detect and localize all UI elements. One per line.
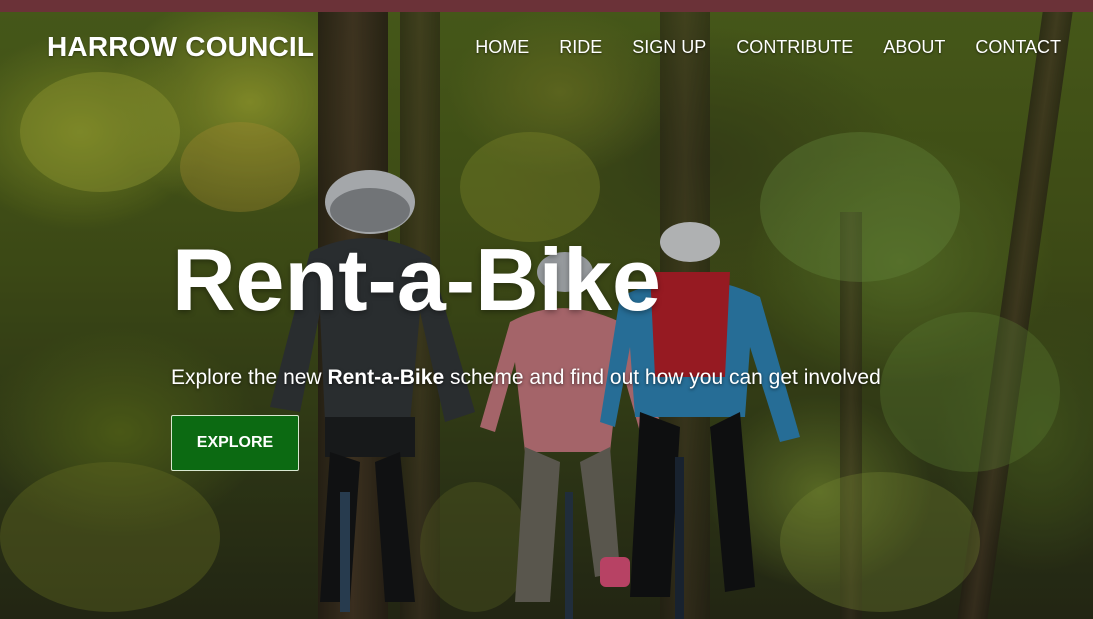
site-logo-text[interactable]: HARROW COUNCIL <box>47 31 314 63</box>
explore-button[interactable]: EXPLORE <box>171 415 299 471</box>
nav-contribute[interactable]: CONTRIBUTE <box>736 37 853 58</box>
hero-title: Rent-a-Bike <box>172 230 661 329</box>
nav-home[interactable]: HOME <box>475 37 529 58</box>
hero-tagline: Explore the new Rent-a-Bike scheme and f… <box>171 366 881 390</box>
nav-ride[interactable]: RIDE <box>559 37 602 58</box>
nav-sign-up[interactable]: SIGN UP <box>632 37 706 58</box>
nav-contact[interactable]: CONTACT <box>975 37 1061 58</box>
tagline-text-start: Explore the new <box>171 366 328 389</box>
tagline-text-end: scheme and find out how you can get invo… <box>444 366 881 389</box>
nav-about[interactable]: ABOUT <box>883 37 945 58</box>
top-accent-bar <box>0 0 1093 12</box>
tagline-bold-brand: Rent-a-Bike <box>327 366 445 389</box>
main-nav: HOME RIDE SIGN UP CONTRIBUTE ABOUT CONTA… <box>475 37 1061 58</box>
